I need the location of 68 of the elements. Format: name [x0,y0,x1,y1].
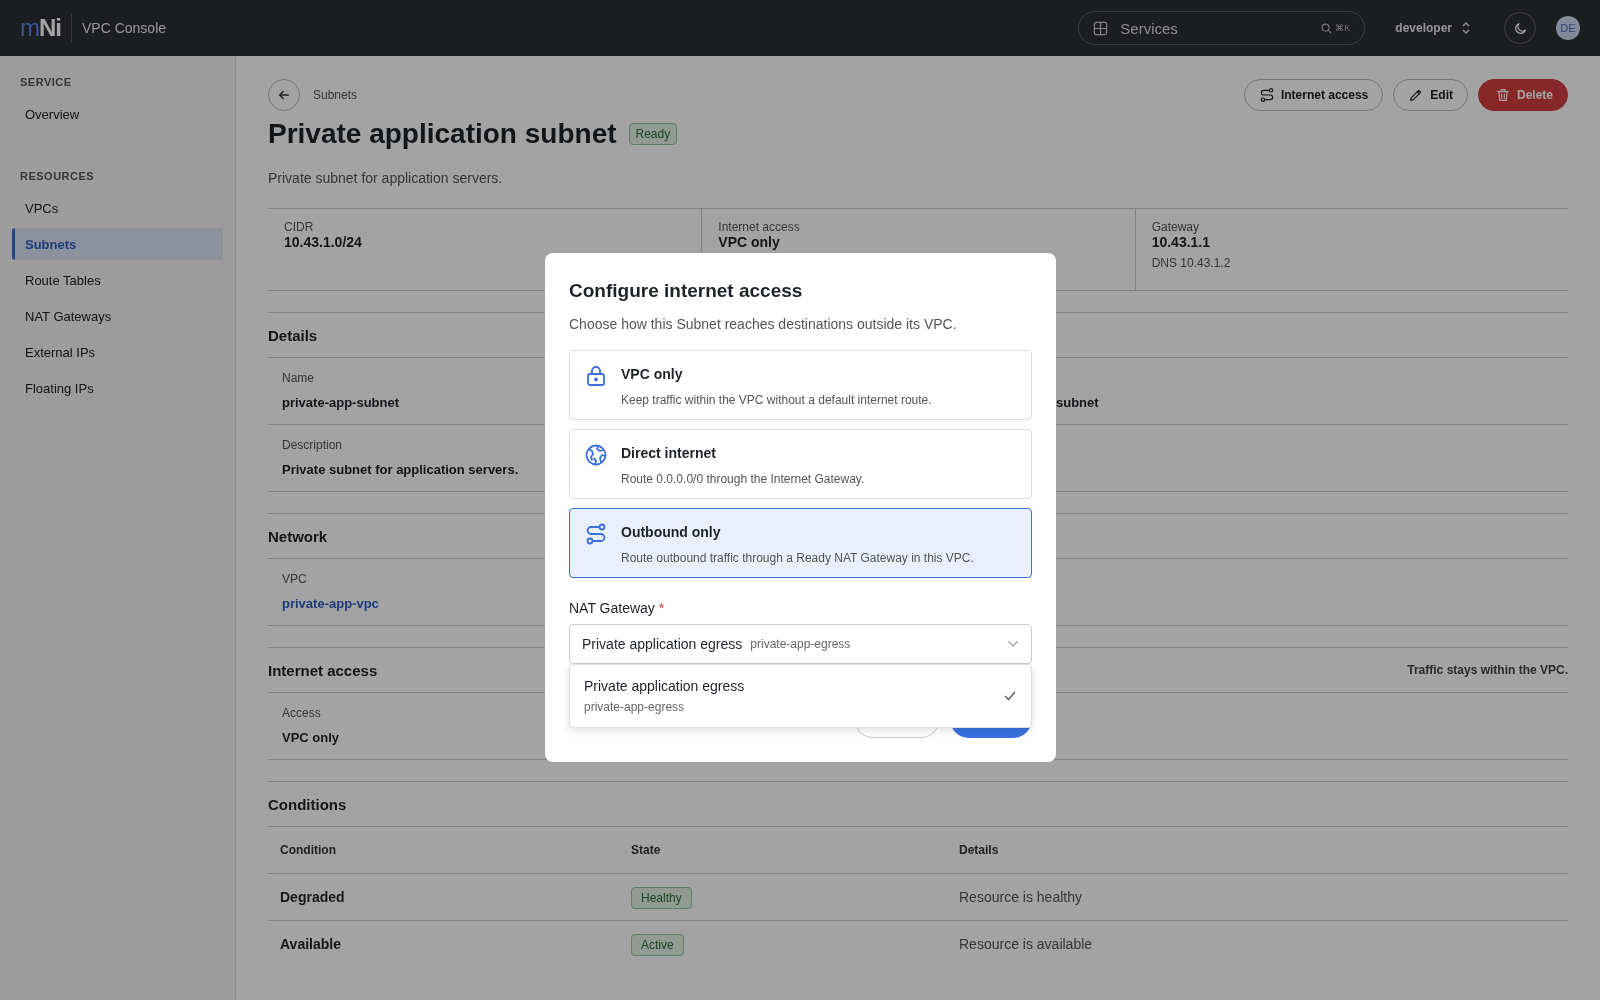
field-label: NAT Gateway [569,600,655,616]
status-badge: Ready [628,123,678,145]
state-badge: Active [631,934,684,956]
dropdown-option[interactable]: Private application egress private-app-egress [570,665,1031,727]
column-header: Details [959,843,1000,857]
option-title: Direct internet [621,445,717,461]
vpc-link[interactable]: private-app-vpc [282,596,379,611]
section-title: Conditions [268,795,347,813]
option-detail: private-app-egress [584,700,686,714]
field-label: VPC [282,572,307,586]
field-value: private-app-subnet [282,395,399,410]
section-title: Internet access [268,661,378,679]
option-description: Route outbound traffic through a Ready NAT Gateway in this VPC. [621,551,974,565]
dialog-description: Choose how this Subnet reaches destinations outside its VPC. [569,316,958,332]
option-card[interactable]: Outbound only Route outbound traffic through a Ready NAT Gateway in this VPC. [569,508,1032,578]
section-title: Details [268,326,318,344]
app-title: VPC Console [82,20,167,36]
field-value: VPC only [718,235,781,250]
dialog-title: Configure internet access [569,280,804,302]
field-value: Private subnet for application servers. [282,462,519,477]
section-note: Traffic stays within the VPC. [1407,663,1568,677]
sidebar-item[interactable]: NAT Gateways [12,300,223,332]
sidebar-item[interactable]: External IPs [12,336,223,368]
page-description: Private subnet for application servers. [268,170,504,186]
option-title: Outbound only [621,524,722,540]
select-value-detail: private-app-egress [750,637,852,651]
select-value: Private application egress [582,636,743,652]
option-card[interactable]: Direct internet Route 0.0.0.0/0 through the Internet Gateway. [569,429,1032,499]
sidebar-heading: RESOURCES [19,170,96,184]
column-header: Condition [280,843,337,857]
field-label: CIDR [284,220,315,234]
logo[interactable]: mNi [20,14,72,42]
shortcut-hint: ⌘K [1335,23,1351,33]
delete-button[interactable]: Delete [1477,79,1568,111]
page-title: Private application subnet [268,118,617,150]
section-title: Network [268,527,328,545]
sidebar-item[interactable]: Route Tables [12,264,223,296]
field-label: Access [282,706,321,720]
table-cell-text: Available [280,936,342,952]
column-header: State [631,843,662,857]
breadcrumb-link[interactable]: Subnets [313,88,358,102]
field-value: VPC only [282,730,340,745]
required-mark: * [658,600,665,616]
field-label: Internet access [718,220,801,234]
sidebar-item[interactable]: Overview [12,98,223,130]
table-cell-text: Resource is healthy [959,889,1083,905]
field-value: 10.43.1.0/24 [284,235,363,250]
option-title: VPC only [621,366,684,382]
table-cell-text: Resource is available [959,936,1094,952]
action-button[interactable]: Internet access [1243,79,1384,111]
option-card[interactable]: VPC only Keep traffic within the VPC without a default internet route. [569,350,1032,420]
action-button[interactable]: Edit [1393,79,1468,111]
state-badge: Healthy [631,887,692,909]
sidebar-item[interactable]: Floating IPs [12,372,223,404]
option-description: Keep traffic within the VPC without a default internet route. [621,393,932,407]
field-value: subnet [1056,395,1099,410]
field-note: DNS 10.43.1.2 [1151,256,1232,270]
field-label: Description [282,438,343,452]
option-description: Route 0.0.0.0/0 through the Internet Gateway. [621,472,865,486]
select-field[interactable]: Private application egress private-app-egress [569,624,1032,664]
field-label: Name [282,371,314,385]
project-switcher[interactable]: developer [1395,21,1472,35]
option-label: Private application egress [584,678,745,694]
table-cell-text: Degraded [280,889,346,905]
field-value: 10.43.1.1 [1151,235,1212,250]
sidebar-heading: SERVICE [19,76,73,90]
field-label: Gateway [1151,220,1200,234]
sidebar-item[interactable]: VPCs [12,192,223,224]
